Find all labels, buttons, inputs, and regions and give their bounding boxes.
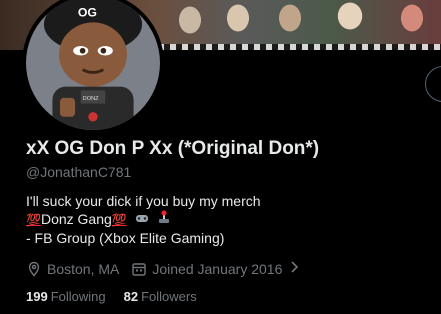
location-text: Boston, MA xyxy=(47,260,120,277)
hundred-emoji-icon: 💯 xyxy=(26,213,41,227)
bio-gang-text: Donz Gang xyxy=(40,211,112,227)
chevron-right-icon xyxy=(286,259,307,278)
more-options-button[interactable] xyxy=(425,66,441,102)
profile-bio: I'll suck your dick if you buy my merch … xyxy=(26,192,261,247)
location-item: Boston, MA xyxy=(26,261,119,277)
svg-text:DONZ: DONZ xyxy=(83,96,100,102)
followers-link[interactable]: 82 Followers xyxy=(124,289,197,304)
user-handle: @JonathanC781 xyxy=(26,164,132,180)
followers-label: Followers xyxy=(141,289,197,304)
avatar-image: OG DONZ xyxy=(26,0,160,130)
following-count: 199 xyxy=(26,289,48,304)
bio-line-2: 💯Donz Gang💯 xyxy=(26,210,261,229)
joined-text: Joined January 2016 xyxy=(152,260,283,277)
profile-avatar[interactable]: OG DONZ xyxy=(22,0,164,134)
display-name: xX OG Don P Xx (*Original Don*) xyxy=(26,138,320,159)
joined-item[interactable]: Joined January 2016 xyxy=(131,259,307,278)
gamepad-icon xyxy=(135,211,149,229)
calendar-icon xyxy=(132,262,147,276)
follow-stats: 199 Following 82 Followers xyxy=(26,289,215,304)
bio-line-1: I'll suck your dick if you buy my merch xyxy=(26,193,261,209)
followers-count: 82 xyxy=(123,289,139,304)
joystick-icon xyxy=(157,210,171,229)
svg-text:OG: OG xyxy=(78,6,97,20)
bio-line-3: - FB Group (Xbox Elite Gaming) xyxy=(26,230,225,246)
following-link[interactable]: 199 Following xyxy=(26,289,106,304)
location-pin-icon xyxy=(28,261,40,277)
profile-meta: Boston, MA Joined January 2016 xyxy=(26,259,319,278)
following-label: Following xyxy=(50,289,106,304)
hundred-emoji-icon: 💯 xyxy=(111,213,127,227)
